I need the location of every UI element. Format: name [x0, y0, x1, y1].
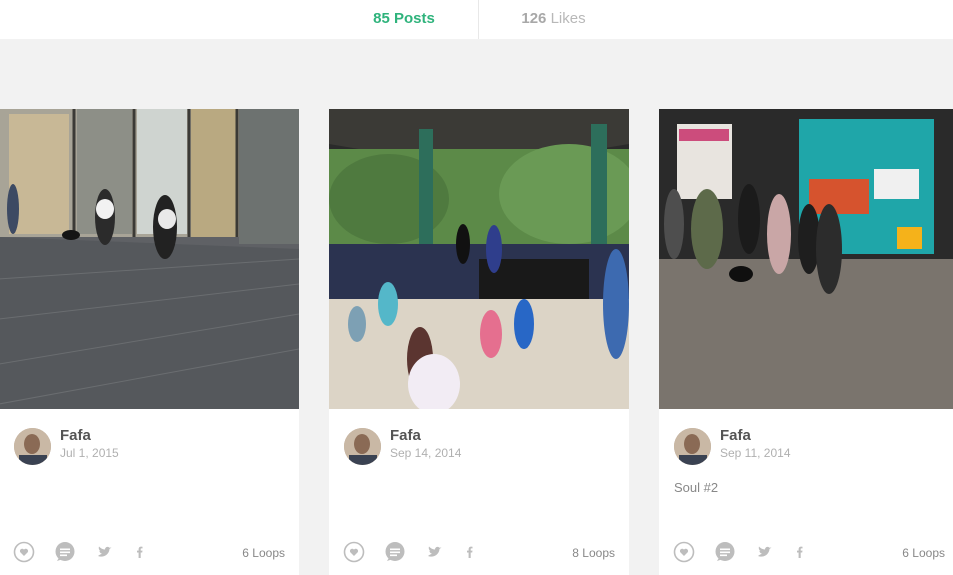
twitter-icon[interactable] [94, 541, 116, 563]
profile-stats-bar: 85 Posts 126 Likes [0, 0, 953, 39]
video-thumbnail[interactable] [329, 109, 629, 409]
twitter-icon[interactable] [754, 541, 776, 563]
post-actions: 6 Loops [673, 541, 945, 563]
post-date: Sep 11, 2014 [720, 446, 791, 460]
post-card: Fafa Jul 1, 2015 6 Loops [0, 109, 299, 575]
avatar[interactable] [14, 428, 51, 465]
post-actions: 8 Loops [343, 541, 615, 563]
like-icon[interactable] [343, 541, 365, 563]
post-author: Fafa Sep 14, 2014 [344, 426, 614, 466]
video-thumbnail[interactable] [659, 109, 953, 409]
post-author: Fafa Sep 11, 2014 [674, 426, 944, 466]
twitter-icon[interactable] [424, 541, 446, 563]
loop-count: 6 Loops [902, 546, 945, 560]
like-icon[interactable] [13, 541, 35, 563]
post-date: Sep 14, 2014 [390, 446, 462, 460]
post-card: Fafa Sep 11, 2014 Soul #2 6 Loops [659, 109, 953, 575]
comment-icon[interactable] [384, 541, 406, 563]
likes-tab[interactable]: 126 Likes [478, 0, 628, 39]
posts-label: Posts [394, 10, 435, 27]
comment-icon[interactable] [714, 541, 736, 563]
loop-count: 8 Loops [572, 546, 615, 560]
facebook-icon[interactable] [789, 541, 811, 563]
author-name[interactable]: Fafa [390, 427, 421, 444]
post-actions: 6 Loops [13, 541, 285, 563]
avatar[interactable] [344, 428, 381, 465]
post-caption: Soul #2 [674, 480, 719, 495]
author-name[interactable]: Fafa [720, 427, 751, 444]
post-date: Jul 1, 2015 [60, 446, 119, 460]
comment-icon[interactable] [54, 541, 76, 563]
like-icon[interactable] [673, 541, 695, 563]
facebook-icon[interactable] [129, 541, 151, 563]
avatar[interactable] [674, 428, 711, 465]
posts-tab[interactable]: 85 Posts [329, 0, 479, 39]
posts-count: 85 [373, 10, 390, 27]
likes-label: Likes [550, 10, 586, 27]
video-thumbnail[interactable] [0, 109, 299, 409]
post-author: Fafa Jul 1, 2015 [14, 426, 284, 466]
likes-count: 126 [521, 10, 547, 27]
post-card: Fafa Sep 14, 2014 8 Loops [329, 109, 629, 575]
loop-count: 6 Loops [242, 546, 285, 560]
facebook-icon[interactable] [459, 541, 481, 563]
author-name[interactable]: Fafa [60, 427, 91, 444]
